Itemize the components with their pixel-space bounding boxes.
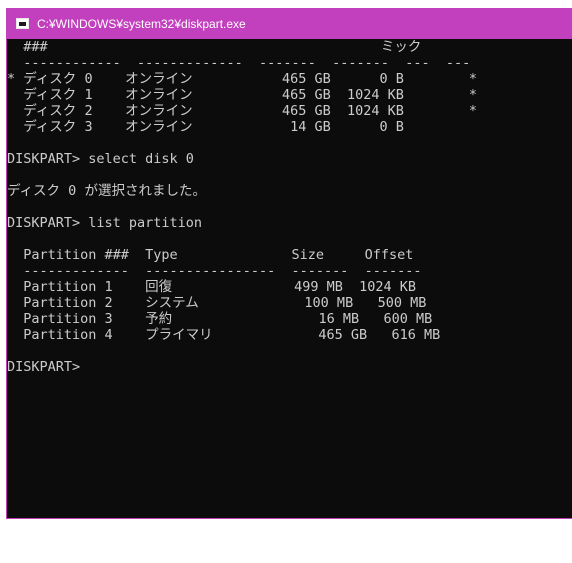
console-line: ### ミック: [7, 39, 422, 55]
console-line: ディスク 3 オンライン 14 GB 0 B: [7, 119, 404, 135]
window-title: C:¥WINDOWS¥system32¥diskpart.exe: [37, 16, 246, 31]
console-app-icon: [16, 18, 29, 29]
console-output[interactable]: ### ミック ------------ ------------- -----…: [7, 39, 572, 518]
console-window[interactable]: C:¥WINDOWS¥system32¥diskpart.exe ### ミック…: [6, 8, 572, 519]
command-line: DISKPART> list partition: [7, 215, 203, 231]
console-line: ディスク 1 オンライン 465 GB 1024 KB *: [7, 87, 478, 103]
command-line: DISKPART> select disk 0: [7, 151, 194, 167]
partition-row: Partition 4 プライマリ 465 GB 616 MB: [7, 327, 441, 343]
partition-table-header: Partition ### Type Size Offset: [7, 247, 414, 263]
console-line: * ディスク 0 オンライン 465 GB 0 B *: [7, 71, 478, 87]
partition-row: Partition 1 回復 499 MB 1024 KB: [7, 279, 417, 295]
partition-row: Partition 2 システム 100 MB 500 MB: [7, 295, 427, 311]
partition-row: Partition 3 予約 16 MB 600 MB: [7, 311, 433, 327]
console-line: ------------ ------------- ------- -----…: [7, 55, 471, 71]
status-message: ディスク 0 が選択されました。: [7, 183, 206, 199]
console-line: ディスク 2 オンライン 465 GB 1024 KB *: [7, 103, 478, 119]
title-bar[interactable]: C:¥WINDOWS¥system32¥diskpart.exe: [7, 8, 572, 39]
command-prompt[interactable]: DISKPART>: [7, 359, 80, 375]
partition-table-divider: ------------- ---------------- ------- -…: [7, 263, 422, 279]
